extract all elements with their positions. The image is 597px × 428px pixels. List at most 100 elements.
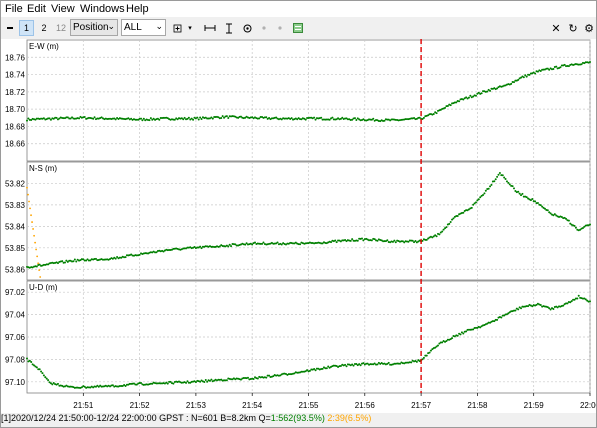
fit-vertical-icon[interactable] bbox=[223, 20, 235, 36]
data-point bbox=[334, 239, 337, 242]
chevron-down-icon: ⌄ bbox=[107, 21, 115, 31]
data-point bbox=[225, 115, 228, 118]
status-q2: 2:39(6.5%) bbox=[327, 413, 372, 423]
menu-icon[interactable] bbox=[4, 20, 16, 36]
solution-2-button[interactable]: 2 bbox=[37, 20, 51, 36]
data-point bbox=[576, 297, 579, 300]
plot-type-select[interactable]: Position ⌄ bbox=[70, 19, 118, 36]
data-point bbox=[254, 241, 257, 244]
data-point bbox=[204, 379, 207, 382]
data-point bbox=[30, 360, 33, 363]
data-point bbox=[345, 365, 348, 368]
data-point bbox=[124, 256, 127, 259]
data-point bbox=[467, 96, 470, 99]
menu-file[interactable]: File bbox=[5, 3, 23, 15]
plot-area[interactable]: 18.66 18.68 18.70 18.72 18.74 18.76 E-W (m) 53.… bbox=[1, 39, 597, 413]
data-point bbox=[589, 300, 591, 303]
data-point bbox=[589, 223, 591, 226]
y-tick-label: 97.04 bbox=[5, 311, 26, 320]
data-point bbox=[280, 243, 283, 246]
data-point bbox=[349, 239, 352, 242]
data-point bbox=[589, 61, 591, 64]
close-icon[interactable]: ✕ bbox=[550, 20, 562, 36]
data-point bbox=[92, 117, 95, 120]
data-point bbox=[221, 115, 224, 118]
dot-icon[interactable] bbox=[259, 20, 269, 36]
y-tick-label: 97.02 bbox=[5, 288, 26, 297]
menu-view[interactable]: View bbox=[51, 3, 75, 15]
menu-edit[interactable]: Edit bbox=[27, 3, 46, 15]
fit-horizontal-icon[interactable] bbox=[203, 20, 217, 36]
satellite-select[interactable]: ALL ⌄ bbox=[121, 19, 166, 36]
plot-type-value: Position bbox=[73, 22, 109, 33]
data-point bbox=[26, 119, 28, 122]
dropdown-icon[interactable]: ▾ bbox=[185, 20, 195, 36]
toolbar: 1 2 12 Position ⌄ ALL ⌄ ▾ ✕ ↻ ⚙ bbox=[1, 17, 596, 39]
data-point bbox=[462, 211, 465, 214]
menu-help[interactable]: Help bbox=[126, 3, 149, 15]
data-point bbox=[246, 376, 249, 379]
data-point bbox=[78, 117, 81, 120]
data-point bbox=[376, 363, 379, 366]
data-point bbox=[353, 117, 356, 120]
data-point bbox=[448, 222, 451, 225]
data-point bbox=[148, 119, 151, 122]
data-point bbox=[474, 201, 477, 204]
data-point bbox=[500, 316, 503, 319]
float-point bbox=[39, 276, 42, 278]
data-point bbox=[47, 379, 50, 382]
data-point bbox=[356, 239, 359, 242]
x-tick-label: 21:51 bbox=[73, 401, 94, 410]
data-point bbox=[45, 377, 48, 380]
data-point bbox=[503, 176, 506, 179]
data-point bbox=[504, 178, 507, 181]
data-point bbox=[512, 187, 515, 190]
data-point bbox=[483, 192, 486, 195]
data-point bbox=[352, 364, 355, 367]
panel-label: N-S (m) bbox=[29, 164, 57, 173]
data-point bbox=[441, 341, 444, 344]
data-point bbox=[56, 382, 59, 385]
data-point bbox=[514, 309, 517, 312]
solution-12-button[interactable]: 12 bbox=[54, 20, 68, 36]
data-point bbox=[44, 376, 47, 379]
data-point bbox=[142, 117, 145, 120]
data-point bbox=[444, 106, 447, 109]
data-point bbox=[220, 116, 223, 119]
panel-label: U-D (m) bbox=[29, 283, 58, 292]
x-tick-label: 21:58 bbox=[467, 401, 488, 410]
plus-icon[interactable] bbox=[171, 20, 183, 36]
data-point bbox=[75, 260, 78, 263]
data-point bbox=[546, 209, 549, 212]
data-point bbox=[383, 119, 386, 122]
data-point bbox=[394, 241, 397, 244]
data-point bbox=[41, 372, 44, 375]
y-tick-label: 53.84 bbox=[5, 222, 26, 231]
y-tick-label: 97.06 bbox=[5, 333, 26, 342]
data-point bbox=[158, 118, 161, 121]
data-point bbox=[93, 116, 96, 119]
data-point bbox=[449, 221, 452, 224]
data-point bbox=[510, 82, 513, 85]
refresh-icon[interactable]: ↻ bbox=[567, 20, 579, 36]
x-tick-label: 21:55 bbox=[298, 401, 319, 410]
chevron-down-icon: ⌄ bbox=[155, 21, 163, 31]
float-point bbox=[37, 262, 40, 265]
position-plot[interactable]: 18.66 18.68 18.70 18.72 18.74 18.76E-W (m) 53.… bbox=[1, 39, 597, 413]
settings-icon[interactable]: ⚙ bbox=[583, 20, 595, 36]
data-point bbox=[199, 245, 202, 248]
menu-windows[interactable]: Windows bbox=[80, 3, 125, 15]
dot-icon[interactable] bbox=[275, 20, 285, 36]
x-tick-label: 21:54 bbox=[242, 401, 263, 410]
map-icon[interactable] bbox=[292, 20, 304, 36]
data-point bbox=[196, 116, 199, 119]
data-point bbox=[138, 253, 141, 256]
y-tick-label: 18.70 bbox=[5, 105, 26, 114]
data-point bbox=[459, 333, 462, 336]
float-point bbox=[29, 207, 31, 210]
data-point bbox=[290, 117, 293, 120]
center-icon[interactable] bbox=[241, 20, 253, 36]
data-point bbox=[559, 66, 562, 69]
data-point bbox=[555, 65, 558, 68]
solution-1-button[interactable]: 1 bbox=[19, 20, 34, 36]
